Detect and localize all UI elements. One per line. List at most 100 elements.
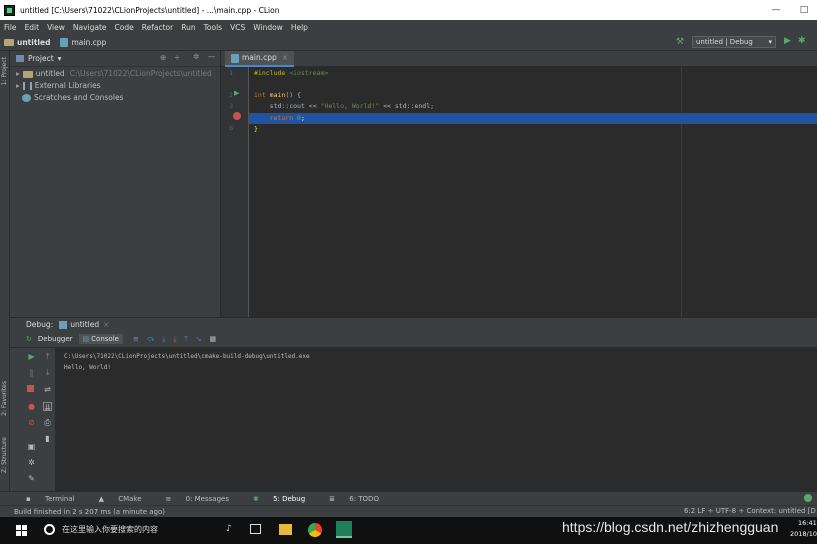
view-breakpoints-icon[interactable]: ● [27, 402, 36, 411]
build-hammer-icon[interactable]: ⚒ [676, 37, 684, 47]
menu-run[interactable]: Run [181, 23, 195, 32]
breadcrumb-file[interactable]: main.cpp [71, 38, 106, 47]
collapse-icon[interactable]: ÷ [174, 53, 180, 62]
tab-todo[interactable]: ≣ 6: TODO [329, 495, 391, 503]
microphone-icon[interactable]: ♪ [226, 524, 232, 534]
tree-item-external-libraries[interactable]: ▸ External Libraries [16, 80, 220, 92]
pause-icon[interactable]: ∥ [27, 368, 36, 377]
menu-help[interactable]: Help [291, 23, 308, 32]
file-explorer-icon[interactable] [279, 524, 292, 535]
run-gutter-icon[interactable]: ▶ [234, 89, 239, 97]
console-output[interactable]: C:\Users\71022\CLionProjects\untitled\cm… [56, 348, 817, 491]
close-icon[interactable]: × [282, 50, 288, 66]
favorites-tool-window-tab[interactable]: 2: Favorites [1, 381, 8, 416]
chevron-right-icon[interactable]: ▸ [16, 80, 20, 92]
force-step-into-icon[interactable]: ⤓ [173, 335, 176, 344]
chevron-right-icon[interactable]: ▸ [16, 68, 20, 80]
show-execution-point-icon[interactable]: ≡ [133, 335, 139, 343]
gear-icon[interactable]: ✲ [193, 52, 199, 61]
messages-icon: ≡ [165, 494, 174, 503]
cmake-icon: ▲ [98, 494, 107, 503]
tab-main-cpp[interactable]: main.cpp × [225, 50, 295, 67]
rerun-icon[interactable]: ↻ [26, 335, 32, 343]
debug-session-tab[interactable]: untitled [70, 320, 99, 329]
menu-vcs[interactable]: VCS [230, 23, 245, 32]
mute-breakpoints-icon[interactable]: ⊘ [27, 418, 36, 427]
event-log-icon[interactable] [804, 494, 812, 502]
taskbar-search-input[interactable]: 在这里输入你要搜索的内容 [62, 524, 158, 536]
menu-refactor[interactable]: Refactor [142, 23, 173, 32]
current-execution-line [249, 113, 817, 124]
close-icon[interactable]: × [103, 320, 109, 329]
stop-icon[interactable] [27, 385, 34, 392]
pin-icon[interactable]: ✎ [27, 474, 36, 483]
menu-view[interactable]: View [47, 23, 65, 32]
title-bar: untitled [C:\Users\71022\CLionProjects\u… [0, 0, 817, 20]
menu-code[interactable]: Code [115, 23, 134, 32]
folder-icon [22, 70, 33, 78]
hide-panel-icon[interactable]: — [208, 52, 216, 61]
console-icon: ▤ [82, 335, 90, 343]
tab-debug[interactable]: ✱ 5: Debug [253, 495, 317, 503]
left-tool-strip: 1: Project 2: Favorites Z: Structure [0, 51, 10, 491]
debug-bug-icon[interactable]: ✱ [798, 36, 806, 46]
tree-item-label: Scratches and Consoles [34, 93, 124, 102]
run-to-cursor-icon[interactable]: ↘ [196, 335, 202, 343]
code-editor[interactable]: #include <iostream> int main() { std::co… [249, 67, 817, 317]
todo-icon: ≣ [329, 494, 338, 503]
navigation-bar: untitled main.cpp ⚒ untitled | Debug ▾ ▶… [0, 34, 817, 51]
task-view-icon[interactable] [250, 524, 261, 534]
clock-date: 2018/10 [790, 530, 817, 538]
step-out-icon[interactable]: ⤒ [185, 335, 188, 344]
tab-debugger[interactable]: Debugger [38, 335, 73, 343]
tree-item-scratches[interactable]: Scratches and Consoles [16, 92, 220, 104]
console-line: Hello, World! [64, 364, 111, 371]
tree-item-label: External Libraries [34, 81, 101, 90]
run-icon[interactable]: ▶ [784, 36, 791, 46]
clion-taskbar-icon[interactable] [336, 521, 352, 538]
cortana-circle-icon[interactable] [44, 524, 55, 535]
maximize-button[interactable]: □ [790, 0, 817, 20]
down-arrow-icon[interactable]: ↓ [43, 368, 52, 377]
settings-icon[interactable]: ✲ [27, 458, 36, 467]
minimize-button[interactable]: — [762, 0, 790, 20]
tab-cmake[interactable]: ▲ CMake [99, 495, 154, 503]
project-tool-window-tab[interactable]: 1: Project [1, 57, 8, 85]
scroll-to-end-icon[interactable]: ⇊ [43, 402, 52, 412]
structure-tool-window-tab[interactable]: Z: Structure [1, 437, 8, 473]
menu-edit[interactable]: Edit [25, 23, 40, 32]
project-panel-title[interactable]: Project [28, 54, 54, 63]
run-configuration-select[interactable]: untitled | Debug ▾ [692, 36, 776, 48]
menu-window[interactable]: Window [253, 23, 283, 32]
tree-item-untitled[interactable]: ▸ untitled C:\Users\71022\CLionProjects\… [16, 68, 220, 80]
status-info[interactable]: 6:2 LF ÷ UTF-8 ÷ Context: untitled [D [684, 507, 816, 515]
line-number: 2 [229, 91, 233, 99]
windows-start-icon[interactable] [16, 525, 27, 536]
tab-terminal[interactable]: ▪ Terminal [26, 495, 87, 503]
chrome-icon[interactable] [308, 523, 322, 537]
up-arrow-icon[interactable]: ↑ [43, 352, 52, 361]
tab-console[interactable]: ▤ Console [78, 334, 123, 344]
tree-item-path: C:\Users\71022\CLionProjects\untitled [69, 69, 212, 78]
target-icon[interactable]: ⊕ [160, 53, 166, 62]
menu-bar: File Edit View Navigate Code Refactor Ru… [0, 20, 817, 34]
menu-file[interactable]: File [4, 23, 17, 32]
resume-icon[interactable]: ▶ [27, 352, 36, 361]
menu-navigate[interactable]: Navigate [73, 23, 107, 32]
tab-messages[interactable]: ≡ 0: Messages [166, 495, 241, 503]
debug-label: Debug: [26, 320, 54, 329]
print-icon[interactable]: ⎙ [43, 418, 52, 427]
step-over-icon[interactable]: ⤼ [147, 335, 154, 344]
breakpoint-icon[interactable] [233, 112, 241, 120]
debug-toolbar: ↻ Debugger ▤ Console ≡ ⤼ ⤓ ⤓ ⤒ ↘ ▦ [10, 331, 817, 348]
chevron-down-icon[interactable]: ▾ [58, 54, 62, 63]
line-number: 6 [229, 124, 233, 132]
menu-tools[interactable]: Tools [204, 23, 222, 32]
breadcrumb-project[interactable]: untitled [17, 38, 50, 47]
code-line-4: std::cout << "Hello, World!" << std::end… [254, 102, 435, 110]
soft-wrap-icon[interactable]: ⇌ [43, 385, 52, 394]
trash-icon[interactable]: ▮ [43, 434, 52, 443]
step-into-icon[interactable]: ⤓ [162, 335, 165, 344]
camera-icon[interactable]: ▣ [27, 442, 36, 451]
evaluate-expression-icon[interactable]: ▦ [210, 335, 217, 343]
